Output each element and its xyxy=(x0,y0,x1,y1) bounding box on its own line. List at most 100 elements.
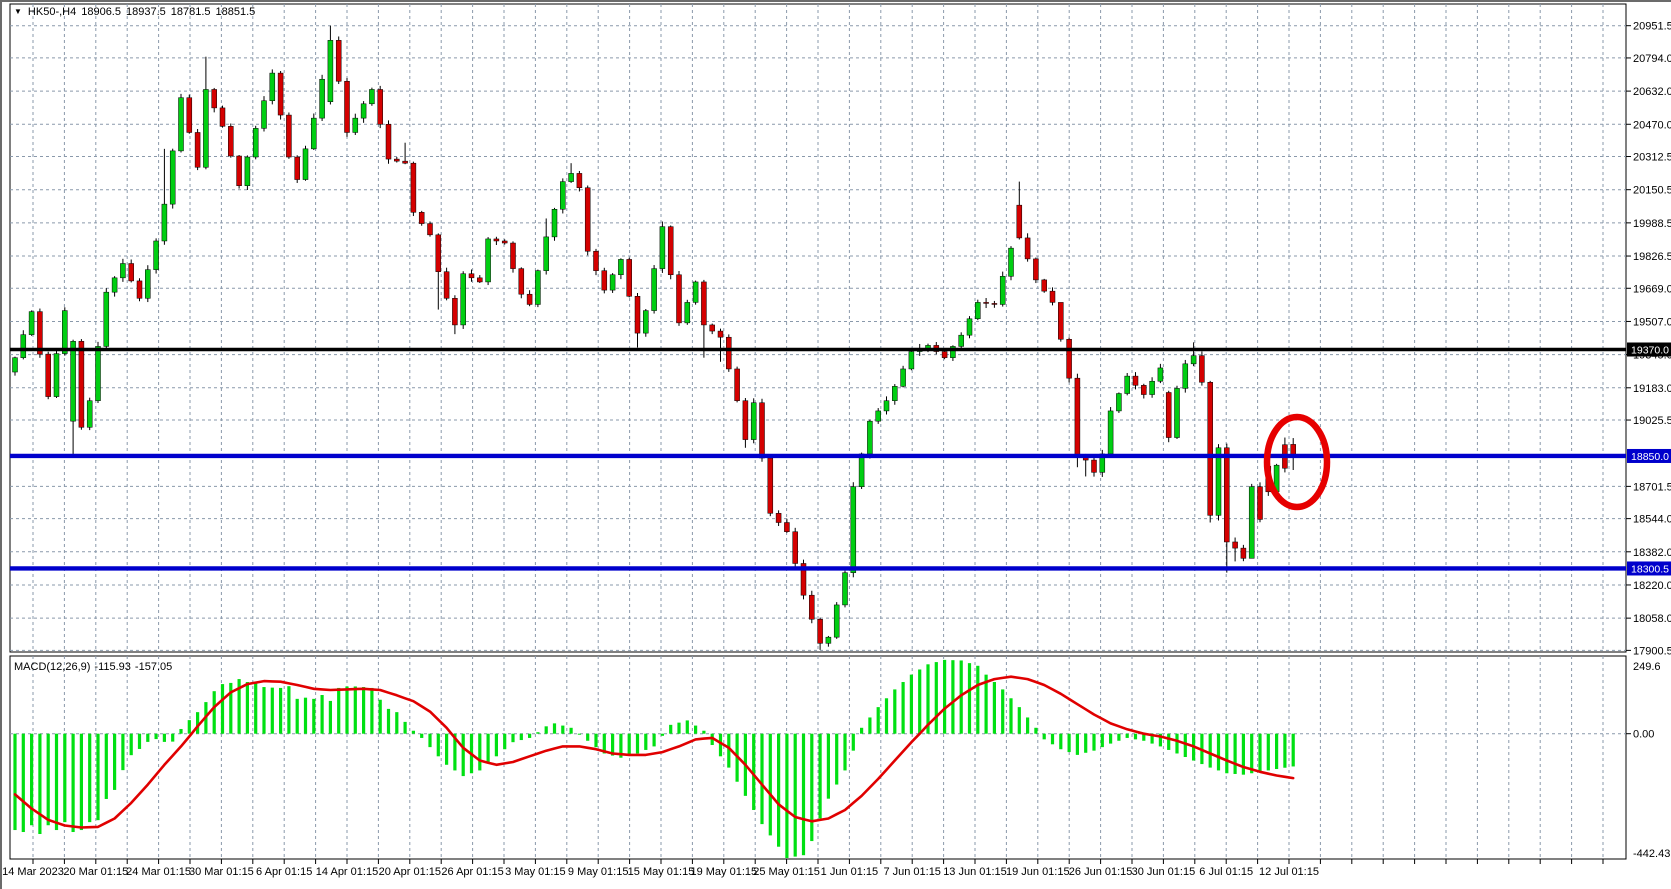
candle xyxy=(203,89,209,168)
candle xyxy=(518,268,525,295)
trading-chart-window: 14 Mar 2023 20 Mar 01:15 24 Mar 01:15 30 Ma… xyxy=(0,0,1671,889)
macd-axis-max-label: 249.6 xyxy=(1633,661,1661,673)
candle xyxy=(858,453,865,487)
macd-histogram-bar xyxy=(893,689,897,734)
macd-histogram-bar xyxy=(411,730,415,734)
candle xyxy=(593,250,599,271)
date-label: 6 Apr 01:15 xyxy=(256,866,312,878)
candle xyxy=(1257,486,1263,520)
candle xyxy=(560,181,566,210)
price-level-badge-label: 19370.0 xyxy=(1631,345,1669,357)
macd-histogram-bar xyxy=(386,708,391,734)
macd-histogram-bar xyxy=(868,717,872,734)
candle xyxy=(767,457,774,514)
macd-histogram-bar xyxy=(461,733,465,777)
macd-histogram-bar xyxy=(121,733,125,771)
candle xyxy=(1066,339,1072,379)
candle xyxy=(900,368,906,387)
candle xyxy=(1182,363,1189,389)
candle xyxy=(792,531,798,564)
candle xyxy=(120,263,126,279)
macd-signal-value: -157.05 xyxy=(134,661,173,673)
macd-histogram-bar xyxy=(104,733,108,799)
date-label: 12 Jul 01:15 xyxy=(1259,866,1319,878)
macd-histogram-bar xyxy=(511,733,515,743)
price-level-badge-label: 18850.0 xyxy=(1631,451,1669,463)
candle xyxy=(576,173,583,188)
macd-histogram-bar xyxy=(1167,733,1171,750)
macd-histogram-bar xyxy=(1233,733,1237,774)
macd-histogram-bar xyxy=(403,721,407,734)
price-tick-label: 18220.0 xyxy=(1633,580,1671,592)
macd-histogram-bar xyxy=(1017,707,1021,734)
date-label: 25 May 01:15 xyxy=(753,866,820,878)
macd-histogram-bar xyxy=(1059,733,1063,750)
candle xyxy=(1049,290,1056,303)
macd-histogram-bar xyxy=(486,733,490,764)
macd-histogram-bar xyxy=(1109,733,1113,744)
macd-histogram-bar xyxy=(777,733,781,847)
candle xyxy=(643,310,649,334)
candle xyxy=(1157,367,1164,382)
candle xyxy=(178,97,184,152)
macd-histogram-bar xyxy=(187,720,191,734)
macd-histogram-bar xyxy=(196,712,200,734)
candle xyxy=(360,103,367,119)
macd-histogram-bar xyxy=(370,687,374,734)
macd-histogram-bar xyxy=(445,733,449,765)
candle xyxy=(975,302,981,320)
candle xyxy=(161,203,168,242)
readout-low: 18781.5 xyxy=(170,6,211,18)
macd-histogram-bar xyxy=(1291,733,1295,767)
macd-histogram-bar xyxy=(934,662,938,734)
candle xyxy=(427,223,433,236)
macd-histogram-bar xyxy=(212,691,216,734)
candle xyxy=(252,128,259,158)
candle xyxy=(991,303,998,305)
macd-histogram-bar xyxy=(544,726,548,734)
macd-histogram-bar xyxy=(395,712,399,734)
candle xyxy=(369,89,375,105)
candle xyxy=(311,117,317,150)
candle xyxy=(45,353,51,397)
readout-close: 18851.5 xyxy=(215,6,256,18)
macd-histogram-bar xyxy=(1034,727,1038,734)
macd-histogram-bar xyxy=(1100,733,1104,748)
macd-histogram-bar xyxy=(884,698,889,734)
candle xyxy=(709,324,715,332)
macd-histogram-bar xyxy=(1075,733,1079,755)
candle xyxy=(327,40,334,103)
candle xyxy=(344,81,350,133)
candle xyxy=(219,107,226,127)
candle xyxy=(477,277,483,283)
candle xyxy=(95,346,101,401)
macd-histogram-bar xyxy=(146,733,150,742)
candle xyxy=(999,276,1006,305)
macd-histogram-bar xyxy=(21,733,25,833)
price-tick-label: 18701.5 xyxy=(1633,481,1671,493)
candle xyxy=(493,238,500,242)
candle xyxy=(551,208,558,238)
macd-histogram-bar xyxy=(967,663,972,734)
macd-histogram-bar xyxy=(1275,733,1279,770)
macd-histogram-bar xyxy=(1283,733,1287,768)
candle xyxy=(1248,486,1255,559)
candle xyxy=(659,226,666,269)
price-tick-label: 20150.5 xyxy=(1633,185,1671,197)
macd-histogram-bar xyxy=(835,733,839,785)
candle xyxy=(1058,302,1064,340)
macd-histogram-bar xyxy=(652,733,656,747)
candle xyxy=(1207,382,1213,516)
macd-histogram-bar xyxy=(1208,733,1212,768)
candle xyxy=(20,334,27,358)
candle xyxy=(701,281,707,326)
macd-histogram-bar xyxy=(428,733,432,748)
macd-axis-zero-label: 0.00 xyxy=(1633,729,1654,741)
candle xyxy=(136,280,143,299)
macd-axis-min-label: -442.43 xyxy=(1633,848,1670,860)
macd-histogram-bar xyxy=(295,698,299,734)
macd-histogram-bar xyxy=(1175,733,1179,754)
macd-histogram-bar xyxy=(1183,733,1187,758)
symbol-dropdown-icon[interactable]: ▼ xyxy=(14,7,22,16)
price-tick-label: 20951.5 xyxy=(1633,21,1671,33)
